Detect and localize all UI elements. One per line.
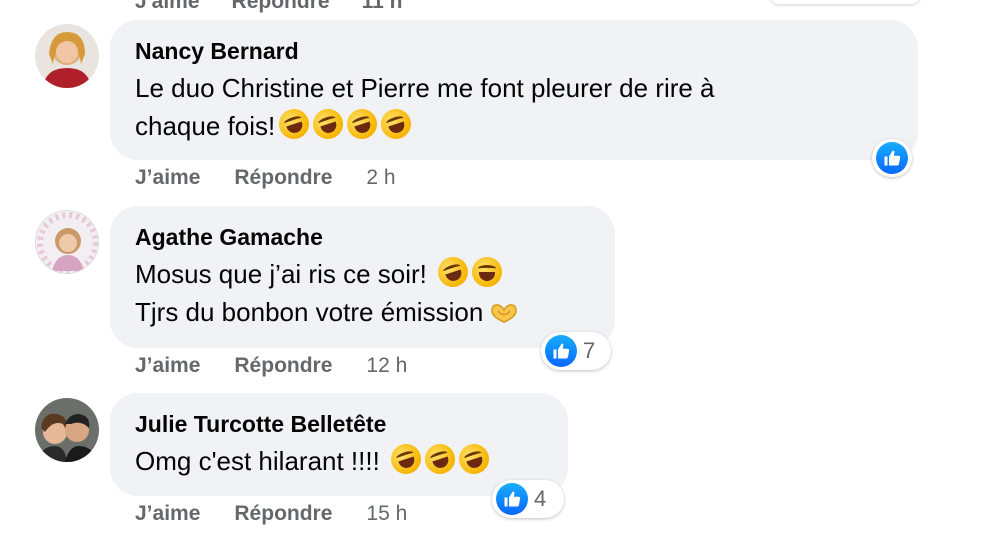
rofl-emoji	[387, 440, 425, 478]
like-link[interactable]: J’aime	[135, 166, 200, 190]
heart-hands-emoji	[491, 304, 518, 323]
comment-text: Le duo Christine et Pierre me font pleur…	[135, 69, 892, 145]
avatar[interactable]	[35, 210, 99, 274]
author-name[interactable]: Julie Turcotte Belletête	[135, 410, 542, 438]
avatar[interactable]	[35, 398, 99, 462]
timestamp[interactable]: 15 h	[366, 502, 407, 526]
like-reaction-icon	[545, 335, 577, 367]
comment-text: Mosus que j’ai ris ce soir! Tjrs du bonb…	[135, 253, 589, 331]
previous-timestamp[interactable]: 11 h	[362, 0, 403, 14]
reply-link[interactable]: Répondre	[234, 354, 332, 378]
reaction-count: 4	[534, 486, 547, 511]
reaction-count: 7	[583, 338, 596, 363]
comment-actions: J’aime Répondre 15 h	[135, 502, 407, 526]
rofl-emoji	[309, 105, 348, 143]
comment-text-line-2: chaque fois!	[135, 105, 892, 145]
rofl-emoji	[421, 440, 459, 478]
like-link[interactable]: J’aime	[135, 502, 200, 526]
reply-link[interactable]: Répondre	[234, 502, 332, 526]
comment-text-segment: chaque fois!	[135, 111, 276, 141]
rofl-emoji	[377, 105, 416, 143]
comment-text-line: Le duo Christine et Pierre me font pleur…	[135, 73, 715, 103]
previous-comment-actions: J'aime Répondre 11 h	[135, 0, 402, 14]
comment-text-line-2: Tjrs du bonbon votre émission	[135, 293, 589, 331]
rofl-emoji	[343, 105, 382, 143]
reaction-summary[interactable]: 4	[492, 480, 564, 518]
rofl-emoji	[434, 253, 473, 291]
reply-link[interactable]: Répondre	[234, 166, 332, 190]
comment-bubble: Nancy Bernard Le duo Christine et Pierre…	[110, 20, 918, 160]
comment-bubble: Agathe Gamache Mosus que j’ai ris ce soi…	[110, 206, 615, 348]
like-reaction-icon	[876, 142, 908, 174]
author-name[interactable]: Nancy Bernard	[135, 37, 892, 65]
like-reaction-icon	[496, 483, 528, 515]
comment-bubble: Julie Turcotte Belletête Omg c'est hilar…	[110, 393, 568, 496]
grinning-emoji	[472, 257, 503, 287]
comment-actions: J’aime Répondre 12 h	[135, 354, 407, 378]
comment-text-line: Omg c'est hilarant !!!!	[135, 440, 542, 480]
comment-text-segment: Omg c'est hilarant !!!!	[135, 446, 380, 476]
comment-text-line: Mosus que j’ai ris ce soir!	[135, 253, 589, 293]
rofl-emoji	[275, 105, 314, 143]
previous-reactions[interactable]	[770, 0, 920, 4]
comment-text-segment: Tjrs du bonbon votre émission	[135, 297, 484, 327]
timestamp[interactable]: 2 h	[366, 166, 395, 190]
previous-like-link[interactable]: J'aime	[135, 0, 200, 14]
author-name[interactable]: Agathe Gamache	[135, 223, 589, 251]
reaction-summary[interactable]: 7	[541, 332, 611, 370]
avatar[interactable]	[35, 24, 99, 88]
previous-reply-link[interactable]: Répondre	[232, 0, 330, 14]
like-link[interactable]: J’aime	[135, 354, 200, 378]
reaction-summary[interactable]	[872, 139, 912, 177]
timestamp[interactable]: 12 h	[366, 354, 407, 378]
comment-text-segment: Mosus que j’ai ris ce soir!	[135, 259, 427, 289]
rofl-emoji	[455, 440, 493, 478]
comment-text: Omg c'est hilarant !!!!	[135, 440, 542, 480]
comment-actions: J’aime Répondre 2 h	[135, 166, 396, 190]
